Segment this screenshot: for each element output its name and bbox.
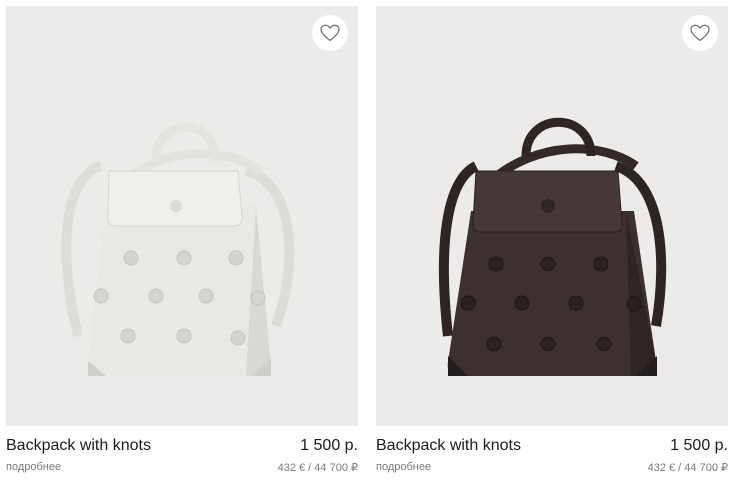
backpack-brown-illustration [438, 117, 667, 376]
favorite-button[interactable] [312, 15, 348, 51]
product-image[interactable] [376, 6, 728, 426]
product-name[interactable]: Backpack with knots [376, 437, 521, 455]
alternate-price: 432 € / 44 700 ₽ [647, 462, 728, 474]
product-price: 1 500 р. [300, 437, 358, 454]
alternate-price: 432 € / 44 700 ₽ [277, 462, 358, 474]
backpack-white-illustration [61, 122, 295, 376]
heart-outline-icon [320, 24, 340, 42]
favorite-button[interactable] [682, 15, 718, 51]
details-link[interactable]: подробнее [6, 461, 61, 473]
product-card[interactable]: Backpack with knots 1 500 р. подробнее 4… [376, 6, 728, 484]
details-link[interactable]: подробнее [376, 461, 431, 473]
product-price: 1 500 р. [670, 437, 728, 454]
heart-outline-icon [690, 24, 710, 42]
product-image[interactable] [6, 6, 358, 426]
product-card[interactable]: Backpack with knots 1 500 р. подробнее 4… [6, 6, 358, 484]
product-name[interactable]: Backpack with knots [6, 437, 151, 455]
